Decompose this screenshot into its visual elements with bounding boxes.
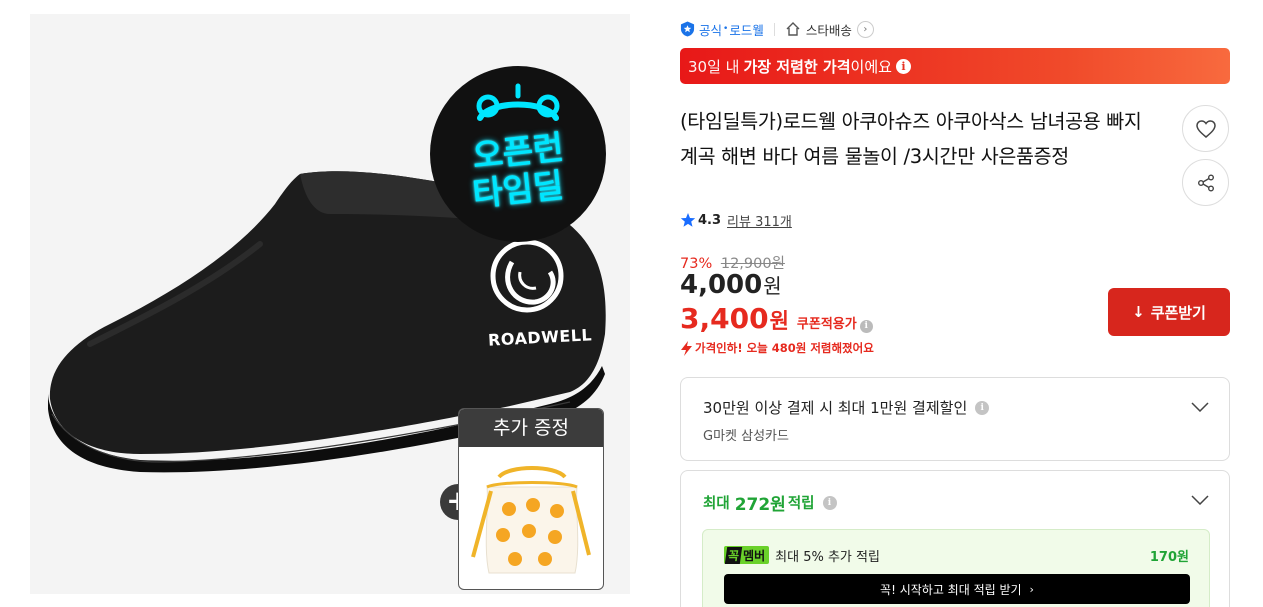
heart-icon <box>1195 119 1216 138</box>
sale-price-amount: 4,000 <box>680 270 763 300</box>
wishlist-button[interactable] <box>1182 105 1229 152</box>
member-row: 꼭 멤버 최대 5% 추가 적립 170원 <box>724 544 1189 566</box>
review-count-link[interactable]: 리뷰 311개 <box>727 211 792 230</box>
chevron-right-icon: › <box>1029 582 1034 596</box>
gift-pouch-image <box>471 466 591 574</box>
store-dot: • <box>723 24 729 34</box>
coupon-price-amount: 3,400 <box>680 302 769 335</box>
info-icon[interactable]: i <box>822 495 837 510</box>
points-amount: 272원 <box>734 495 786 515</box>
product-image[interactable]: 오픈런 타임딜 ROADWELL + 추가 증정 <box>30 14 630 594</box>
info-icon[interactable]: i <box>975 400 990 415</box>
banner-post: 이에요 <box>850 57 892 76</box>
divider <box>773 22 775 36</box>
share-icon <box>1197 174 1214 191</box>
member-points-box: 꼭 멤버 최대 5% 추가 적립 170원 꼭! 시작하고 최대 적립 받기 › <box>702 529 1210 607</box>
member-badge: 꼭 멤버 <box>724 546 770 564</box>
share-button[interactable] <box>1182 159 1229 206</box>
lowest-price-banner: 30일 내 가장 저렴한 가격 이에요 i <box>680 48 1230 84</box>
product-page: 오픈런 타임딜 ROADWELL + 추가 증정 <box>0 0 1263 607</box>
card-benefit-title-text: 30만원 이상 결제 시 최대 1만원 결제할인 <box>703 399 968 417</box>
rating-row: 4.3 리뷰 311개 <box>680 210 792 230</box>
rating-value: 4.3 <box>698 212 722 228</box>
points-prefix: 최대 <box>703 496 730 512</box>
star-icon <box>680 213 696 227</box>
time-deal-badge: 오픈런 타임딜 <box>430 66 606 242</box>
star-delivery-link[interactable]: 스타배송 <box>806 20 852 39</box>
product-title: (타임딜특가)로드웰 아쿠아슈즈 아쿠아삭스 남녀공용 빠지 계곡 해변 바다 … <box>680 110 1142 168</box>
info-icon[interactable]: i <box>895 58 911 74</box>
get-coupon-button[interactable]: ↓ 쿠폰받기 <box>1108 288 1230 336</box>
gift-box: 추가 증정 <box>458 408 604 590</box>
sale-price-unit: 원 <box>763 274 782 298</box>
chevron-down-icon[interactable] <box>1191 495 1209 505</box>
card-benefit-title: 30만원 이상 결제 시 최대 1만원 결제할인 i <box>703 397 990 418</box>
banner-strong: 가장 저렴한 가격 <box>743 57 851 76</box>
points-accordion[interactable]: 최대 272원 적립 i 꼭 멤버 최대 5% 추가 적립 170원 꼭! 시작… <box>680 470 1230 607</box>
lightning-icon <box>681 340 692 356</box>
verified-shield-icon <box>680 21 695 37</box>
member-badge-mark: 꼭 <box>724 546 743 564</box>
member-points-amount: 170원 <box>1149 549 1189 565</box>
home-icon <box>786 22 800 36</box>
coupon-price: 3,400 원 쿠폰적용가 i <box>680 302 873 338</box>
points-title: 최대 272원 적립 i <box>703 490 837 515</box>
coupon-price-label: 쿠폰적용가 <box>796 317 857 332</box>
price-drop-text: 가격인하! 오늘 480원 저렴해졌어요 <box>695 341 874 355</box>
info-icon[interactable]: i <box>859 319 873 333</box>
gift-header: 추가 증정 <box>459 409 603 447</box>
store-name-link[interactable]: 로드웰 <box>729 20 764 39</box>
banner-pre: 30일 내 <box>688 57 740 76</box>
sale-price: 4,000원 <box>680 270 782 300</box>
official-label[interactable]: 공식 <box>699 20 722 39</box>
coupon-price-unit: 원 <box>769 309 789 333</box>
chevron-down-icon[interactable] <box>1191 402 1209 412</box>
member-points-text: 최대 5% 추가 적립 <box>775 549 880 565</box>
card-benefit-accordion[interactable]: 30만원 이상 결제 시 최대 1만원 결제할인 i G마켓 삼성카드 <box>680 377 1230 461</box>
store-row: 공식 • 로드웰 스타배송 › <box>680 18 874 40</box>
card-benefit-subtitle: G마켓 삼성카드 <box>703 429 789 444</box>
member-badge-text: 멤버 <box>743 548 766 563</box>
start-membership-label: 꼭! 시작하고 최대 적립 받기 <box>880 582 1022 597</box>
points-suffix: 적립 <box>787 496 815 512</box>
get-coupon-label: 쿠폰받기 <box>1150 303 1206 322</box>
chevron-right-icon[interactable]: › <box>856 20 874 38</box>
download-icon: ↓ <box>1132 303 1145 321</box>
start-membership-button[interactable]: 꼭! 시작하고 최대 적립 받기 › <box>724 574 1190 604</box>
price-drop-notice: 가격인하! 오늘 480원 저렴해졌어요 <box>680 340 874 356</box>
